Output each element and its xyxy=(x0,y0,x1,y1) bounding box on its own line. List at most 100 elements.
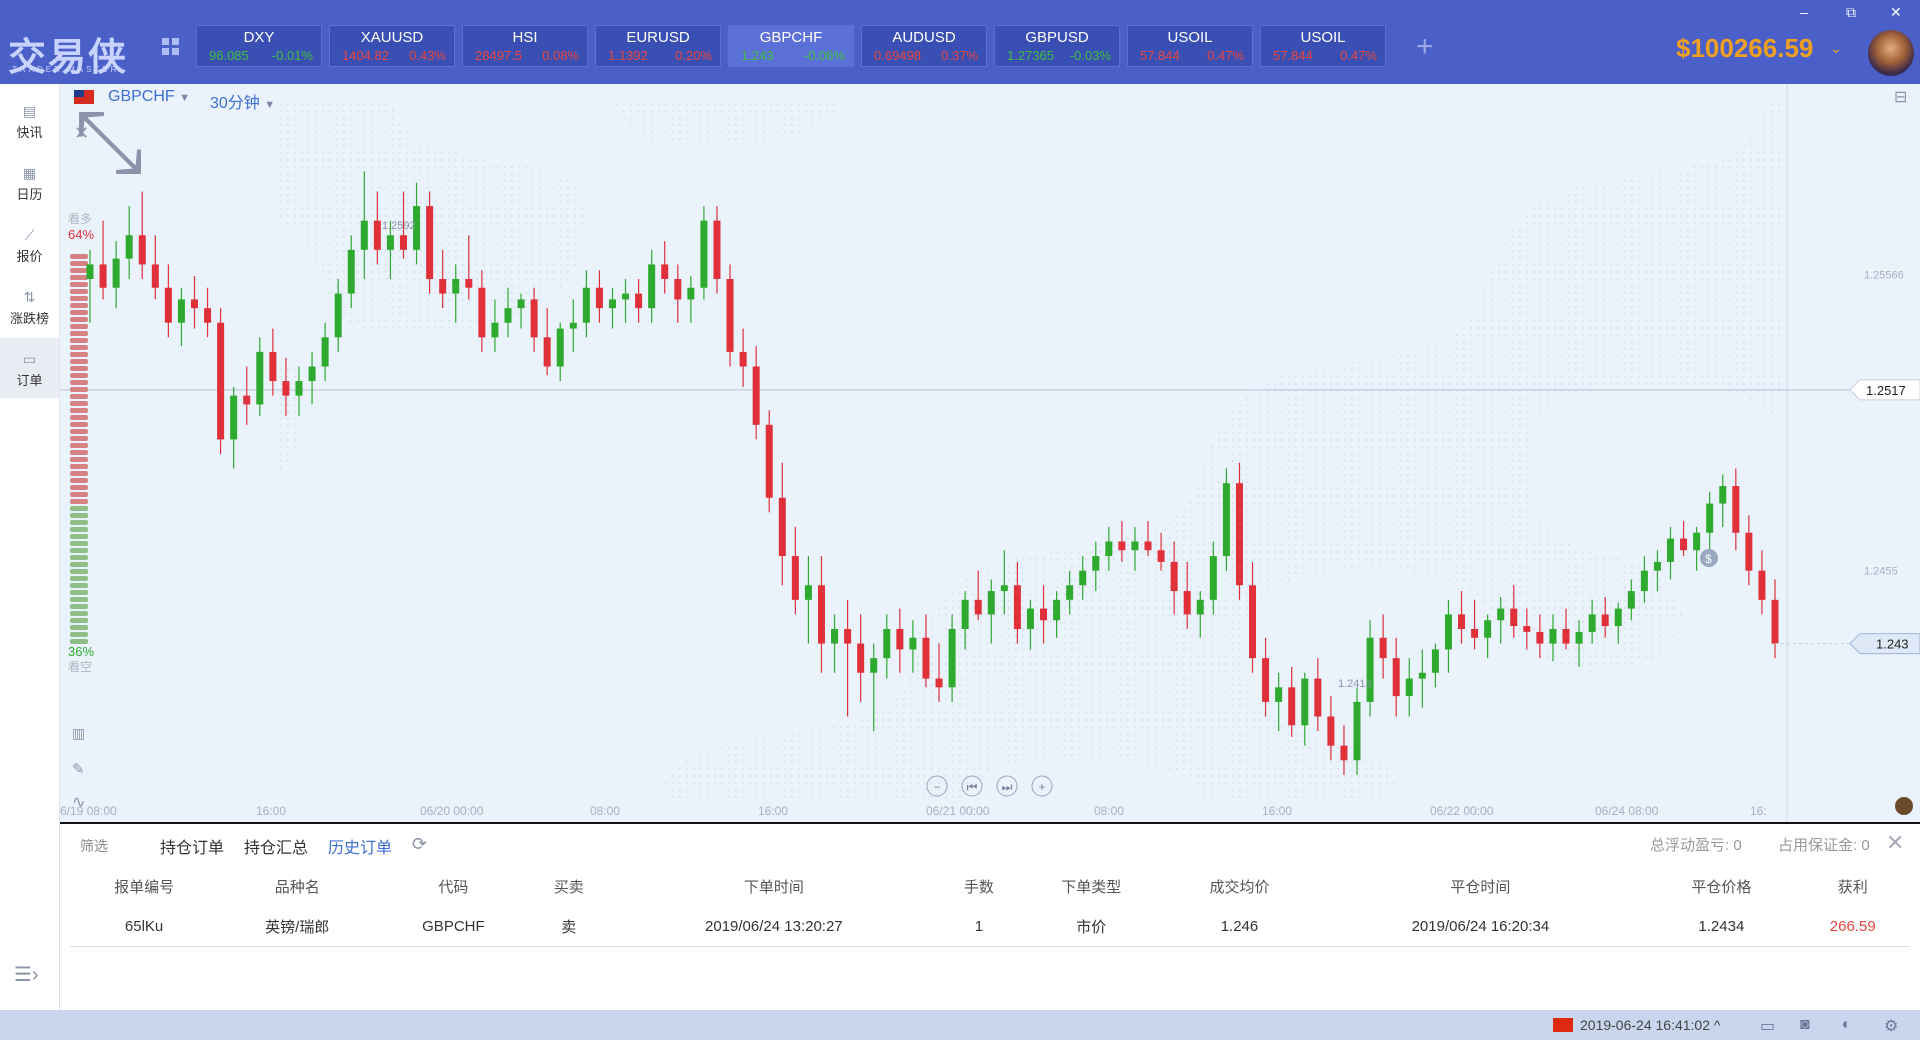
tab-position-summary[interactable]: 持仓汇总 xyxy=(244,834,308,858)
ticker-usoil[interactable]: USOIL 57.844 0.47% xyxy=(1127,25,1253,67)
restore-button[interactable]: ⧉ xyxy=(1846,4,1856,21)
chevron-down-icon[interactable]: ⌄ xyxy=(1830,40,1842,57)
status-indicator-icon[interactable] xyxy=(1895,797,1913,815)
table-row[interactable]: 65lKu 英镑/瑞郎 GBPCHF 卖 2019/06/24 13:20:27… xyxy=(70,906,1910,947)
candle-body xyxy=(373,220,381,250)
candle-body xyxy=(452,279,460,294)
candle-body xyxy=(1771,599,1779,644)
status-datetime[interactable]: 2019-06-24 16:41:02 ^ xyxy=(1580,1017,1720,1033)
scroll-start-button[interactable]: ⏮ xyxy=(961,775,983,797)
sidebar-item-quotes[interactable]: ⟋ 报价 xyxy=(0,214,59,274)
bear-sentiment-segment xyxy=(70,506,88,511)
bear-sentiment-segment xyxy=(70,590,88,595)
bull-sentiment-segment xyxy=(70,352,88,357)
candlestick-chart[interactable]: 看多64% 36%看空 1.2592 1.2413 1.25566 1.2455 1.251… xyxy=(60,84,1920,822)
bear-sentiment-segment xyxy=(70,555,88,560)
candle-body xyxy=(112,258,120,288)
candle-body xyxy=(948,629,956,688)
sidebar-item-ranking[interactable]: ⇅ 涨跌榜 xyxy=(0,276,59,336)
column-header: 平仓时间 xyxy=(1450,878,1511,896)
scroll-end-button[interactable]: ⏭ xyxy=(996,775,1018,797)
ticker-hsi[interactable]: HSI 28497.5 0.08% xyxy=(462,25,588,67)
ranking-icon: ⇅ xyxy=(23,289,36,305)
refresh-icon[interactable]: ⟳ xyxy=(412,834,427,855)
sidebar-item-news[interactable]: ▤ 快讯 xyxy=(0,90,59,150)
filter-button[interactable]: 筛选 xyxy=(80,836,108,856)
candle-body xyxy=(1745,532,1753,571)
candle-body xyxy=(1026,608,1034,629)
menu-expand-icon[interactable]: ☰› xyxy=(14,962,39,987)
collapse-icon[interactable]: ⤡ xyxy=(74,93,144,190)
candle-body xyxy=(1719,486,1727,504)
ticker-usoil[interactable]: USOIL 57.844 0.47% xyxy=(1260,25,1386,67)
avatar[interactable] xyxy=(1868,30,1914,76)
candle-body xyxy=(896,629,904,650)
ticker-dxy[interactable]: DXY 96.085 -0.01% xyxy=(196,25,322,67)
order-id: 65lKu xyxy=(70,906,219,947)
ticker-gbpchf[interactable]: GBPCHF 1.243 -0.06% xyxy=(728,25,854,67)
speaker-icon[interactable]: ◖ xyxy=(1840,1016,1850,1034)
symbol-selector[interactable]: GBPCHF ▼ xyxy=(108,88,190,106)
close-icon[interactable]: ✕ xyxy=(1886,830,1904,856)
apps-grid-icon[interactable] xyxy=(162,38,180,56)
candle-body xyxy=(765,424,773,498)
indicator-icon[interactable]: ▥ xyxy=(72,725,85,741)
candle-body xyxy=(778,497,786,557)
ticker-symbol: GBPCHF xyxy=(759,29,823,46)
add-symbol-button[interactable]: + xyxy=(1416,30,1434,64)
candle-body xyxy=(661,264,669,279)
candle-body xyxy=(1379,637,1387,659)
column-header: 品种名 xyxy=(274,878,320,896)
candle-body xyxy=(138,235,146,265)
ticker-eurusd[interactable]: EURUSD 1.1392 0.20% xyxy=(595,25,721,67)
order-marker-label: $ xyxy=(1705,552,1712,566)
camera-icon[interactable]: ◙ xyxy=(1800,1016,1810,1034)
zoom-out-button[interactable]: − xyxy=(926,775,948,797)
layout-toggle-icon[interactable]: ⊟ xyxy=(1894,89,1907,106)
candle-body xyxy=(439,279,447,294)
candle-body xyxy=(1222,483,1230,557)
tab-open-positions[interactable]: 持仓订单 xyxy=(160,834,224,858)
candle-body xyxy=(1013,585,1021,629)
candle-body xyxy=(1144,541,1152,551)
timeframe-label: 30分钟 xyxy=(210,95,260,112)
ticker-symbol: GBPUSD xyxy=(1025,29,1089,46)
quote-icon: ⟋ xyxy=(24,227,35,243)
candle-body xyxy=(1471,629,1479,638)
pulse-icon[interactable]: ∿ xyxy=(72,794,85,811)
minimize-button[interactable]: – xyxy=(1800,4,1808,20)
bear-sentiment-segment xyxy=(70,611,88,616)
sidebar-item-orders[interactable]: ▭ 订单 xyxy=(0,338,59,398)
candle-body xyxy=(1575,631,1583,644)
app-logo-subtitle: TRADER MASTER xyxy=(12,65,120,74)
ticker-gbpusd[interactable]: GBPUSD 1.27365 -0.03% xyxy=(994,25,1120,67)
window-icon[interactable]: ▭ xyxy=(1760,1016,1775,1036)
gear-icon[interactable]: ⚙ xyxy=(1884,1016,1898,1036)
candle-body xyxy=(1444,614,1452,650)
x-tick-label: 16: xyxy=(1750,804,1767,818)
bull-sentiment-segment xyxy=(70,387,88,392)
ticker-xauusd[interactable]: XAUUSD 1404.82 0.43% xyxy=(329,25,455,67)
candle-body xyxy=(1693,532,1701,551)
ticker-price: 1.27365 xyxy=(1007,48,1054,63)
account-balance[interactable]: $100266.59 xyxy=(1676,33,1813,64)
sidebar-item-calendar[interactable]: ▦ 日历 xyxy=(0,152,59,212)
order-time: 2019/06/24 13:20:27 xyxy=(606,906,941,947)
draw-icon[interactable]: ✎ xyxy=(72,761,85,778)
tab-order-history[interactable]: 历史订单 xyxy=(328,834,392,858)
timeframe-selector[interactable]: 30分钟 ▼ xyxy=(210,89,275,113)
ticker-audusd[interactable]: AUDUSD 0.69498 0.37% xyxy=(861,25,987,67)
column-header: 成交均价 xyxy=(1209,878,1270,896)
price-chart[interactable]: 看多 64% 36% 看空 1.2592 1.2413 1.25566 1.2455 1.251… xyxy=(60,84,1920,822)
bear-sentiment-segment xyxy=(70,604,88,609)
candle-body xyxy=(1431,649,1439,673)
ticker-price: 1.243 xyxy=(741,48,774,63)
column-header: 下单时间 xyxy=(743,878,804,896)
ticker-symbol: DXY xyxy=(243,29,275,46)
zoom-in-button[interactable]: + xyxy=(1031,775,1053,797)
candle-body xyxy=(256,351,264,405)
close-button[interactable]: ✕ xyxy=(1890,4,1902,21)
candle-body xyxy=(687,287,695,300)
bull-sentiment-segment xyxy=(70,485,88,490)
candle-body xyxy=(817,585,825,644)
